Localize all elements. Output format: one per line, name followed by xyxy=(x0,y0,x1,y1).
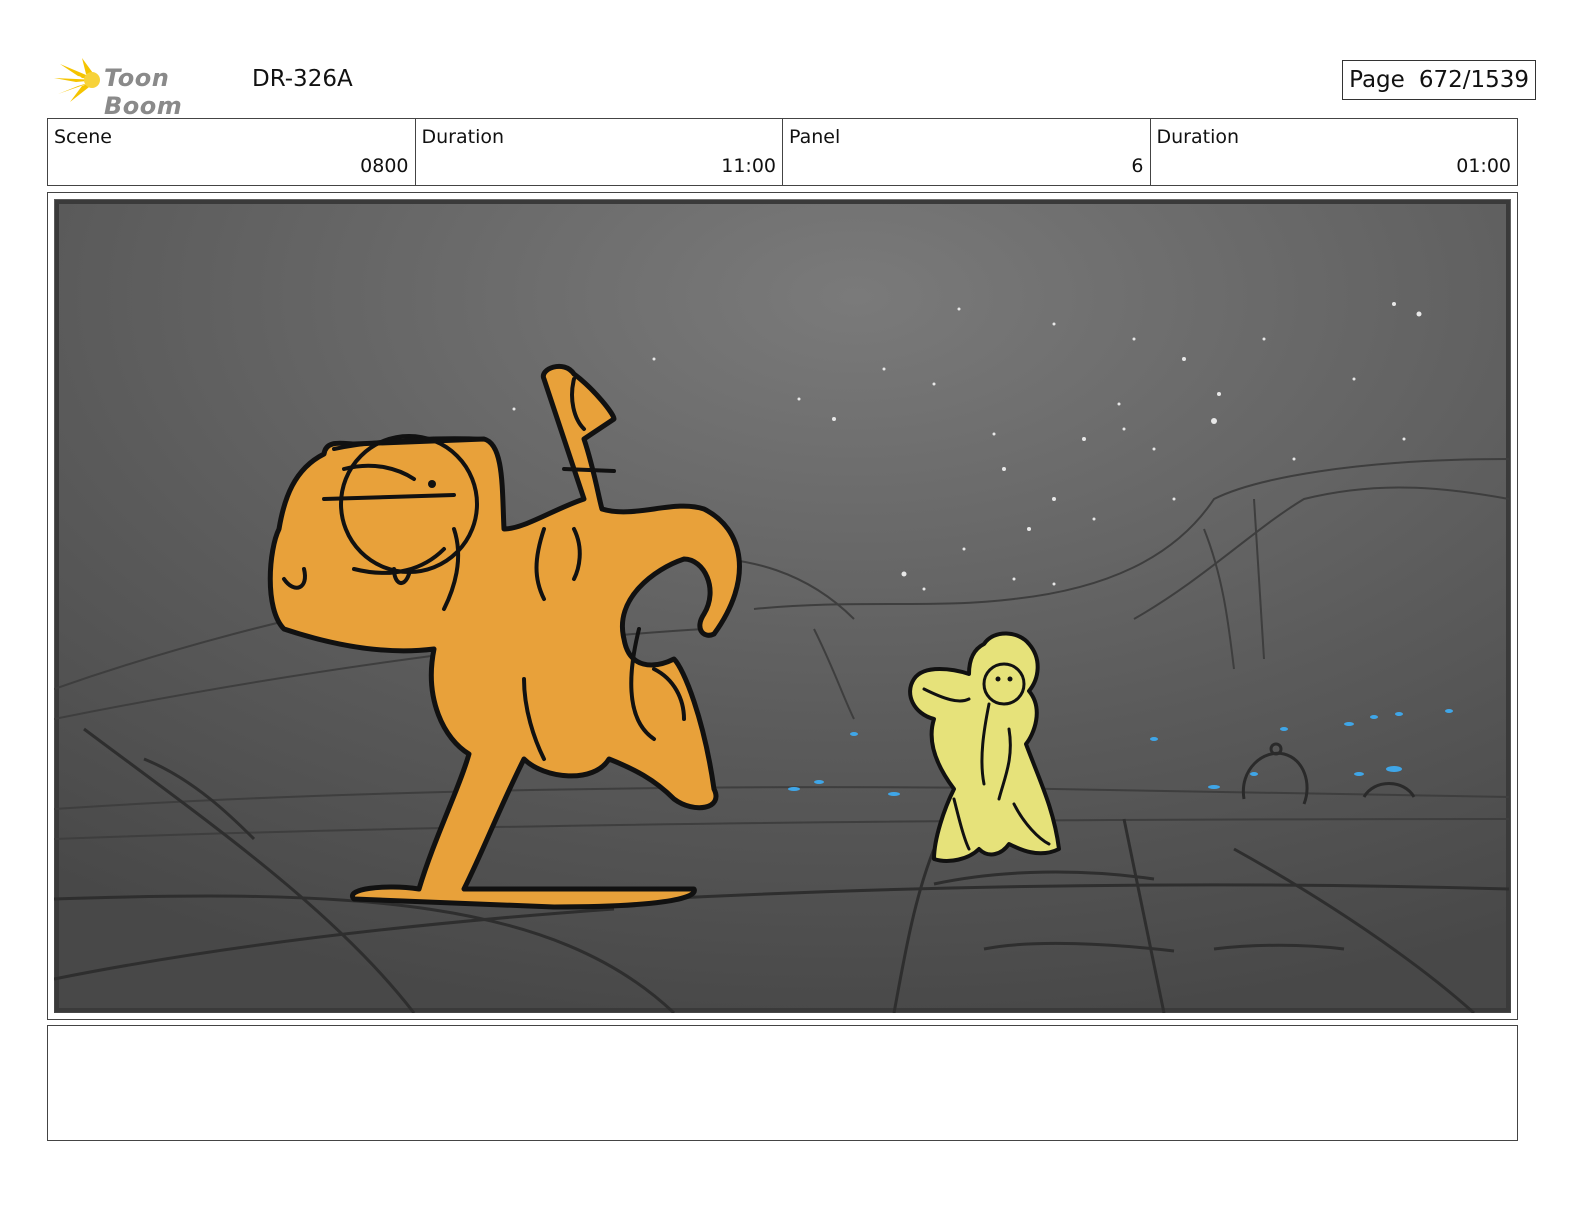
panel-notes-box[interactable] xyxy=(47,1025,1518,1141)
scene-duration-cell: Duration 11:00 xyxy=(416,119,783,185)
logo-text: Toon Boom xyxy=(104,64,183,120)
header: Toon Boom DR-326A Page 672/1539 xyxy=(52,56,1536,120)
panel-duration-label: Duration xyxy=(1156,126,1240,148)
toon-boom-logo: Toon Boom xyxy=(52,56,242,120)
panel-cell: Panel 6 xyxy=(783,119,1151,185)
panel-duration-cell: Duration 01:00 xyxy=(1151,119,1518,185)
starburst-icon xyxy=(54,58,100,102)
scene-value: 0800 xyxy=(360,155,409,177)
storyboard-drawing xyxy=(54,199,1511,1013)
panel-duration-value: 01:00 xyxy=(1456,155,1511,177)
panel-info-table: Scene 0800 Duration 11:00 Panel 6 Durati… xyxy=(47,118,1518,186)
panel-value: 6 xyxy=(1131,155,1144,177)
scene-label: Scene xyxy=(54,126,112,148)
panel-label: Panel xyxy=(789,126,841,148)
page-indicator: Page 672/1539 xyxy=(1342,60,1536,100)
scene-duration-value: 11:00 xyxy=(721,155,776,177)
page-label: Page xyxy=(1349,67,1405,93)
page-number: 672/1539 xyxy=(1418,67,1529,93)
scene-duration-label: Duration xyxy=(421,126,505,148)
scene-cell: Scene 0800 xyxy=(48,119,416,185)
storyboard-panel-frame xyxy=(47,192,1518,1020)
document-id: DR-326A xyxy=(252,66,353,92)
